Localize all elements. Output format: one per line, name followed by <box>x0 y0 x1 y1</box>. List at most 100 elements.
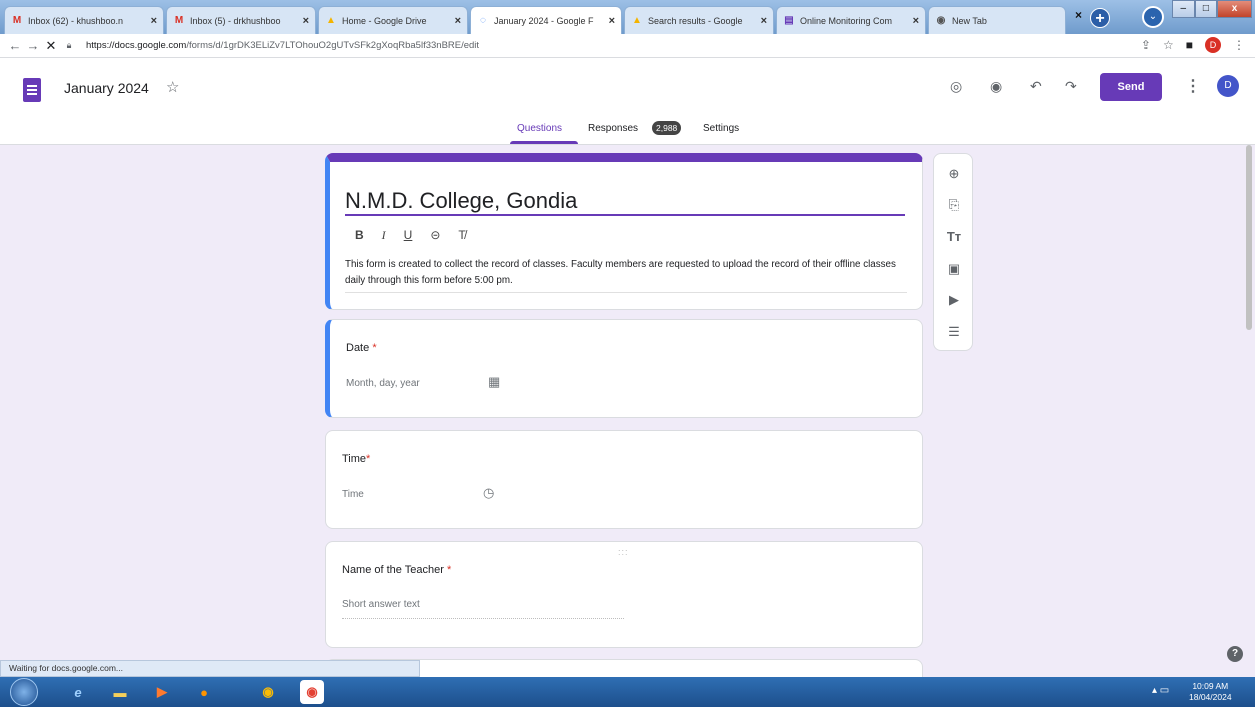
bold-icon[interactable]: B <box>355 228 364 243</box>
drag-handle-icon[interactable]: ::: <box>618 547 629 557</box>
share-icon[interactable]: ⇪ <box>1141 38 1151 52</box>
forms-icon: ▤ <box>784 15 794 26</box>
import-questions-icon[interactable]: ⎘ <box>934 197 974 213</box>
document-title[interactable]: January 2024 <box>64 80 149 96</box>
bookmark-star-icon[interactable]: ☆ <box>1163 38 1174 52</box>
status-bar: Waiting for docs.google.com... <box>0 660 420 677</box>
question-card-time[interactable]: Time* Time ◷ <box>325 430 923 529</box>
required-asterisk: * <box>366 453 371 465</box>
link-icon[interactable]: ⊝ <box>430 228 440 243</box>
question-card-date[interactable]: Date * Month, day, year ▦ <box>325 319 923 418</box>
form-description[interactable]: This form is created to collect the reco… <box>345 257 915 289</box>
description-underline <box>345 292 907 293</box>
add-section-icon[interactable]: ☰ <box>934 324 974 340</box>
minimize-icon[interactable]: – <box>1172 0 1195 18</box>
profile-avatar[interactable]: D <box>1205 37 1221 53</box>
maximize-icon[interactable]: □ <box>1194 0 1218 18</box>
calendar-icon: ▦ <box>488 374 501 389</box>
title-underline <box>345 214 905 216</box>
browser-tab-new-tab[interactable]: ◉ New Tab <box>928 6 1066 34</box>
browser-tab-google-drive[interactable]: ▲ Home - Google Drive × <box>318 6 468 34</box>
more-vert-icon[interactable]: ⋮ <box>1185 76 1201 96</box>
active-tab-indicator <box>510 141 578 144</box>
firefox-icon[interactable]: ● <box>192 680 216 704</box>
chrome-icon[interactable]: ◉ <box>256 680 280 704</box>
form-title-card[interactable]: N.M.D. College, Gondia B I U ⊝ T̸ This f… <box>325 153 923 310</box>
tab-responses[interactable]: Responses <box>588 123 638 134</box>
responses-count-badge: 2,988 <box>652 121 682 135</box>
forms-header: January 2024 ☆ ◎ ◉ ↶ ↷ Send ⋮ D Question… <box>0 58 1255 145</box>
add-video-icon[interactable]: ▶ <box>934 292 974 308</box>
required-asterisk: * <box>372 342 377 354</box>
file-explorer-icon[interactable]: ▬ <box>108 680 132 704</box>
tab-settings[interactable]: Settings <box>703 123 739 134</box>
tab-close-icon[interactable]: × <box>609 15 615 27</box>
clear-format-icon[interactable]: T̸ <box>458 228 465 243</box>
user-avatar[interactable]: D <box>1217 75 1239 97</box>
browser-tab-inbox-drkhushboo[interactable]: M Inbox (5) - drkhushboo × <box>166 6 316 34</box>
tab-questions[interactable]: Questions <box>517 123 562 134</box>
taskbar-clock[interactable]: 10:09 AM 18/04/2024 <box>1189 681 1232 703</box>
redo-icon[interactable]: ↷ <box>1065 78 1077 95</box>
gmail-icon: M <box>174 15 184 26</box>
start-button[interactable] <box>10 678 38 706</box>
tab-close-icon[interactable]: × <box>151 15 157 27</box>
gmail-icon: M <box>12 15 22 26</box>
close-tab-icon[interactable]: × <box>1075 8 1082 22</box>
sidepanel-icon[interactable]: ■ <box>1186 38 1193 52</box>
window-controls: – □ x <box>1172 0 1253 20</box>
preview-eye-icon[interactable]: ◉ <box>990 78 1002 95</box>
browser-menu-icon[interactable]: ⋮ <box>1233 38 1245 52</box>
question-toolbar: ⊕ ⎘ Tт ▣ ▶ ☰ <box>933 153 973 351</box>
back-arrow-icon[interactable]: ← <box>6 38 24 53</box>
window-close-icon[interactable]: x <box>1217 0 1253 18</box>
drive-icon: ▲ <box>326 15 336 26</box>
tab-close-icon[interactable]: × <box>761 15 767 27</box>
loading-icon: ◌ <box>480 15 486 26</box>
browser-tab-search-results[interactable]: ▲ Search results - Google × <box>624 6 774 34</box>
system-tray[interactable]: ▴ ▭ <box>1152 685 1169 696</box>
undo-icon[interactable]: ↶ <box>1030 78 1042 95</box>
browser-tab-strip: M Inbox (62) - khushboo.n × M Inbox (5) … <box>0 0 1255 34</box>
tab-close-icon[interactable]: × <box>913 15 919 27</box>
underline-icon[interactable]: U <box>404 228 413 243</box>
add-title-icon[interactable]: Tт <box>934 229 974 244</box>
chrome-active-icon[interactable]: ◉ <box>300 680 324 704</box>
short-answer-line <box>342 618 624 619</box>
internet-explorer-icon[interactable]: e <box>66 680 90 704</box>
date-placeholder: Month, day, year <box>346 378 420 389</box>
time-placeholder: Time <box>342 489 364 500</box>
url-field[interactable]: https://docs.google.com/forms/d/1grDK3EL… <box>86 40 479 51</box>
help-icon[interactable]: ? <box>1227 646 1243 662</box>
clock-icon: ◷ <box>483 485 495 500</box>
tab-search-chevron-icon[interactable]: ⌄ <box>1142 6 1164 28</box>
chrome-icon: ◉ <box>936 15 946 26</box>
windows-taskbar: e ▬ ▶ ● ◉ ◉ ▴ ▭ 10:09 AM 18/04/2024 <box>0 677 1255 707</box>
google-forms-icon[interactable] <box>23 78 41 102</box>
star-icon[interactable]: ☆ <box>166 78 179 96</box>
question-label: Time* <box>342 453 371 465</box>
stop-loading-icon[interactable]: ✕ <box>42 38 60 54</box>
question-label: Date * <box>346 342 377 354</box>
add-question-icon[interactable]: ⊕ <box>934 166 974 182</box>
form-title[interactable]: N.M.D. College, Gondia <box>345 188 577 214</box>
browser-tab-inbox-khushboo[interactable]: M Inbox (62) - khushboo.n × <box>4 6 164 34</box>
required-asterisk: * <box>446 564 452 576</box>
browser-tab-online-monitoring[interactable]: ▤ Online Monitoring Com × <box>776 6 926 34</box>
tab-close-icon[interactable]: × <box>303 15 309 27</box>
browser-tab-january-2024[interactable]: ◌ January 2024 - Google F × <box>470 6 622 34</box>
send-button[interactable]: Send <box>1100 73 1162 101</box>
question-label: Name of the Teacher * <box>342 564 452 576</box>
format-toolbar: B I U ⊝ T̸ <box>355 228 466 243</box>
address-bar: ← → ✕ 🔒︎ https://docs.google.com/forms/d… <box>0 34 1255 58</box>
scrollbar[interactable] <box>1246 145 1252 330</box>
question-card-teacher[interactable]: ::: Name of the Teacher * Short answer t… <box>325 541 923 648</box>
italic-icon[interactable]: I <box>382 228 386 243</box>
drive-icon: ▲ <box>632 15 642 26</box>
add-image-icon[interactable]: ▣ <box>934 261 974 277</box>
new-tab-plus-icon[interactable]: + <box>1090 8 1110 28</box>
media-player-icon[interactable]: ▶ <box>150 680 174 704</box>
palette-icon[interactable]: ◎ <box>950 78 962 95</box>
forward-arrow-icon[interactable]: → <box>24 38 42 53</box>
tab-close-icon[interactable]: × <box>455 15 461 27</box>
